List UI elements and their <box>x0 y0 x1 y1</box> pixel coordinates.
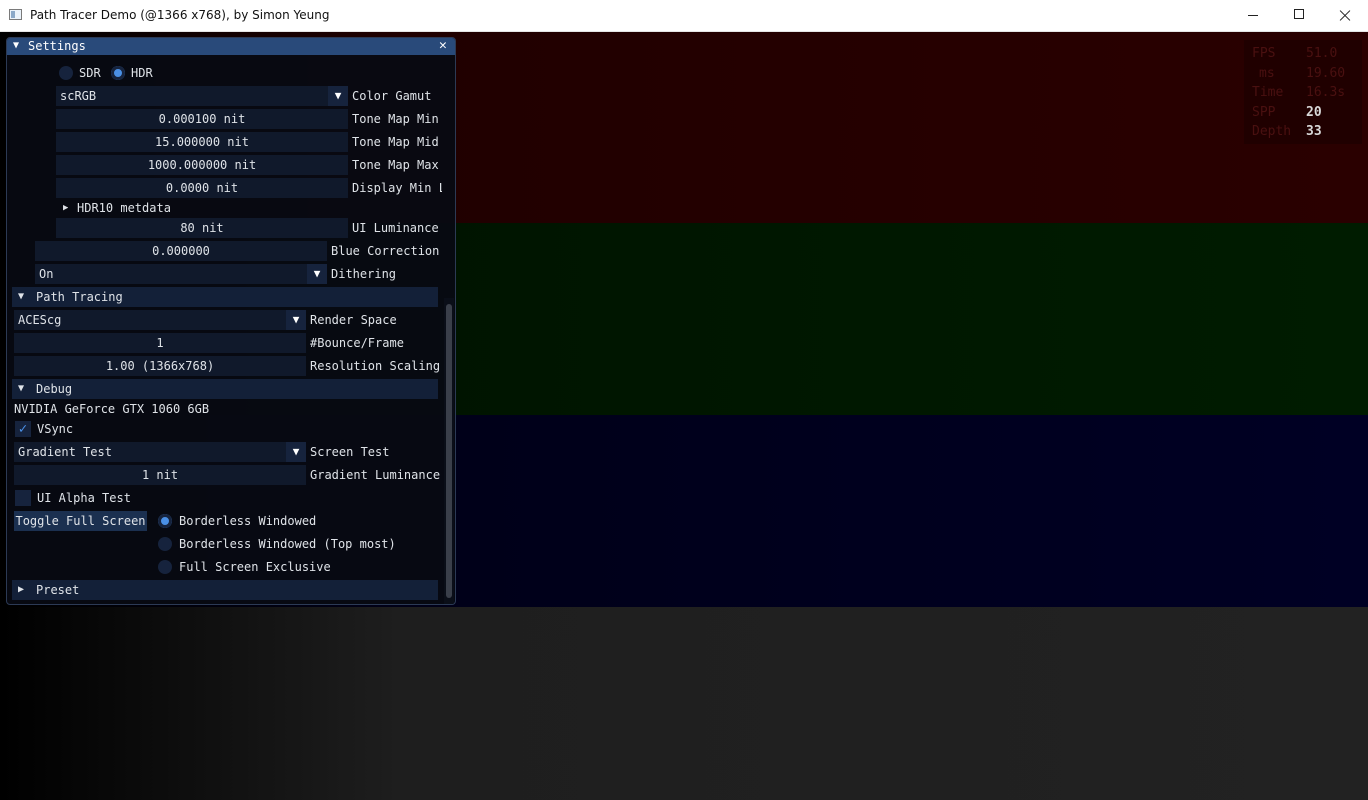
screen-test-label: Screen Test <box>310 445 390 459</box>
bounce-label: #Bounce/Frame <box>310 336 404 350</box>
scrollbar-thumb[interactable] <box>446 304 452 598</box>
chevron-down-icon[interactable]: ▼ <box>286 310 306 330</box>
blue-correction-label: Blue Correction <box>331 244 440 258</box>
collapse-icon[interactable]: ▼ <box>13 40 19 51</box>
chevron-down-icon[interactable]: ▼ <box>307 264 327 284</box>
gpu-name: NVIDIA GeForce GTX 1060 6GB <box>14 402 210 416</box>
stat-spp: SPP 20 <box>1244 103 1362 123</box>
blue-correction-field[interactable]: 0.000000 <box>35 241 327 261</box>
stat-value: 19.60 <box>1306 65 1346 81</box>
stat-ms: ms 19.60 <box>1244 64 1362 84</box>
stat-depth: Depth 33 <box>1244 122 1362 142</box>
stat-time: Time 16.3s <box>1244 83 1362 103</box>
settings-scrollbar[interactable] <box>444 298 454 604</box>
expand-arrow-icon[interactable]: ▶ <box>63 198 68 218</box>
radio-borderless-windowed[interactable] <box>158 514 172 528</box>
radio-hdr-label: HDR <box>131 66 153 80</box>
radio-hdr[interactable] <box>111 66 125 80</box>
stat-label: ms <box>1259 65 1275 81</box>
close-icon[interactable]: ✕ <box>439 38 447 53</box>
debug-header[interactable]: ▼ Debug <box>12 379 438 399</box>
gradient-luminance-field[interactable]: 1 nit <box>14 465 306 485</box>
stat-value: 16.3s <box>1306 85 1346 100</box>
settings-title: Settings <box>28 39 86 53</box>
radio-sdr[interactable] <box>59 66 73 80</box>
toggle-full-screen-button[interactable]: Toggle Full Screen <box>14 511 147 531</box>
render-space-value: ACEScg <box>18 313 62 327</box>
full-screen-exclusive-label: Full Screen Exclusive <box>179 560 331 574</box>
render-space-select[interactable]: ACEScg ▼ <box>14 310 306 330</box>
dithering-label: Dithering <box>331 267 397 281</box>
tone-map-max-label: Tone Map Max <box>352 158 439 172</box>
maximize-button[interactable] <box>1276 0 1322 31</box>
ui-luminance-field[interactable]: 80 nit <box>56 218 348 238</box>
window-title: Path Tracer Demo (@1366 x768), by Simon … <box>30 8 330 22</box>
minimize-button[interactable] <box>1230 0 1276 31</box>
radio-sdr-label: SDR <box>79 66 101 80</box>
window-titlebar: Path Tracer Demo (@1366 x768), by Simon … <box>0 0 1368 32</box>
vsync-checkbox[interactable]: ✓ <box>15 421 31 437</box>
stat-value: 20 <box>1306 104 1322 120</box>
display-min-label: Display Min L <box>352 181 442 195</box>
screen-test-select[interactable]: Gradient Test ▼ <box>14 442 306 462</box>
hdr10-metadata-node[interactable]: HDR10 metdata <box>77 198 171 218</box>
chevron-down-icon[interactable]: ▼ <box>286 442 306 462</box>
preset-header[interactable]: ▶ Preset <box>12 580 438 600</box>
gradient-luminance-label: Gradient Luminance <box>310 468 441 482</box>
stat-value: 33 <box>1306 124 1322 139</box>
render-space-label: Render Space <box>310 313 397 327</box>
stat-label: Time <box>1252 85 1284 100</box>
settings-panel: ▼ Settings ✕ SDR HDR scRGB ▼ Color Gamut… <box>6 37 456 605</box>
vsync-label: VSync <box>37 422 74 436</box>
ui-alpha-test-label: UI Alpha Test <box>37 491 131 505</box>
settings-titlebar[interactable]: ▼ Settings ✕ <box>7 38 455 55</box>
stat-label: FPS <box>1252 46 1276 61</box>
close-window-button[interactable] <box>1322 0 1368 31</box>
tone-map-min-field[interactable]: 0.000100 nit <box>56 109 348 129</box>
tone-map-max-field[interactable]: 1000.000000 nit <box>56 155 348 175</box>
display-min-field[interactable]: 0.0000 nit <box>56 178 348 198</box>
preset-title: Preset <box>36 583 80 597</box>
color-gamut-select[interactable]: scRGB ▼ <box>56 86 348 106</box>
stat-fps: FPS 51.0 <box>1244 44 1362 64</box>
debug-title: Debug <box>36 382 73 396</box>
stats-overlay: FPS 51.0 ms 19.60 Time 16.3s SPP 20 Dept… <box>1244 40 1362 144</box>
path-tracing-title: Path Tracing <box>36 290 123 304</box>
bounce-field[interactable]: 1 <box>14 333 306 353</box>
chevron-down-icon[interactable]: ▼ <box>328 86 348 106</box>
path-tracing-header[interactable]: ▼ Path Tracing <box>12 287 438 307</box>
borderless-windowed-label: Borderless Windowed <box>179 514 317 528</box>
resolution-scaling-label: Resolution Scaling <box>310 359 441 373</box>
dithering-value: On <box>39 267 54 281</box>
color-gamut-label: Color Gamut <box>352 89 432 103</box>
expand-arrow-icon: ▶ <box>18 584 25 595</box>
ui-alpha-test-checkbox[interactable] <box>15 490 31 506</box>
resolution-scaling-field[interactable]: 1.00 (1366x768) <box>14 356 306 376</box>
dithering-select[interactable]: On ▼ <box>35 264 327 284</box>
stat-label: SPP <box>1252 104 1276 120</box>
tone-map-mid-label: Tone Map Mid <box>352 135 439 149</box>
screen-test-value: Gradient Test <box>18 445 112 459</box>
color-gamut-value: scRGB <box>60 89 97 103</box>
gray-gradient-band <box>0 607 1368 800</box>
tone-map-mid-field[interactable]: 15.000000 nit <box>56 132 348 152</box>
collapse-arrow-icon: ▼ <box>18 383 25 394</box>
radio-borderless-topmost[interactable] <box>158 537 172 551</box>
tone-map-min-label: Tone Map Min <box>352 112 439 126</box>
borderless-topmost-label: Borderless Windowed (Top most) <box>179 537 396 551</box>
stat-label: Depth <box>1252 124 1292 139</box>
app-window-icon <box>9 9 22 20</box>
radio-full-screen-exclusive[interactable] <box>158 560 172 574</box>
collapse-arrow-icon: ▼ <box>18 291 25 302</box>
stat-value: 51.0 <box>1306 46 1338 61</box>
ui-luminance-label: UI Luminance <box>352 221 439 235</box>
